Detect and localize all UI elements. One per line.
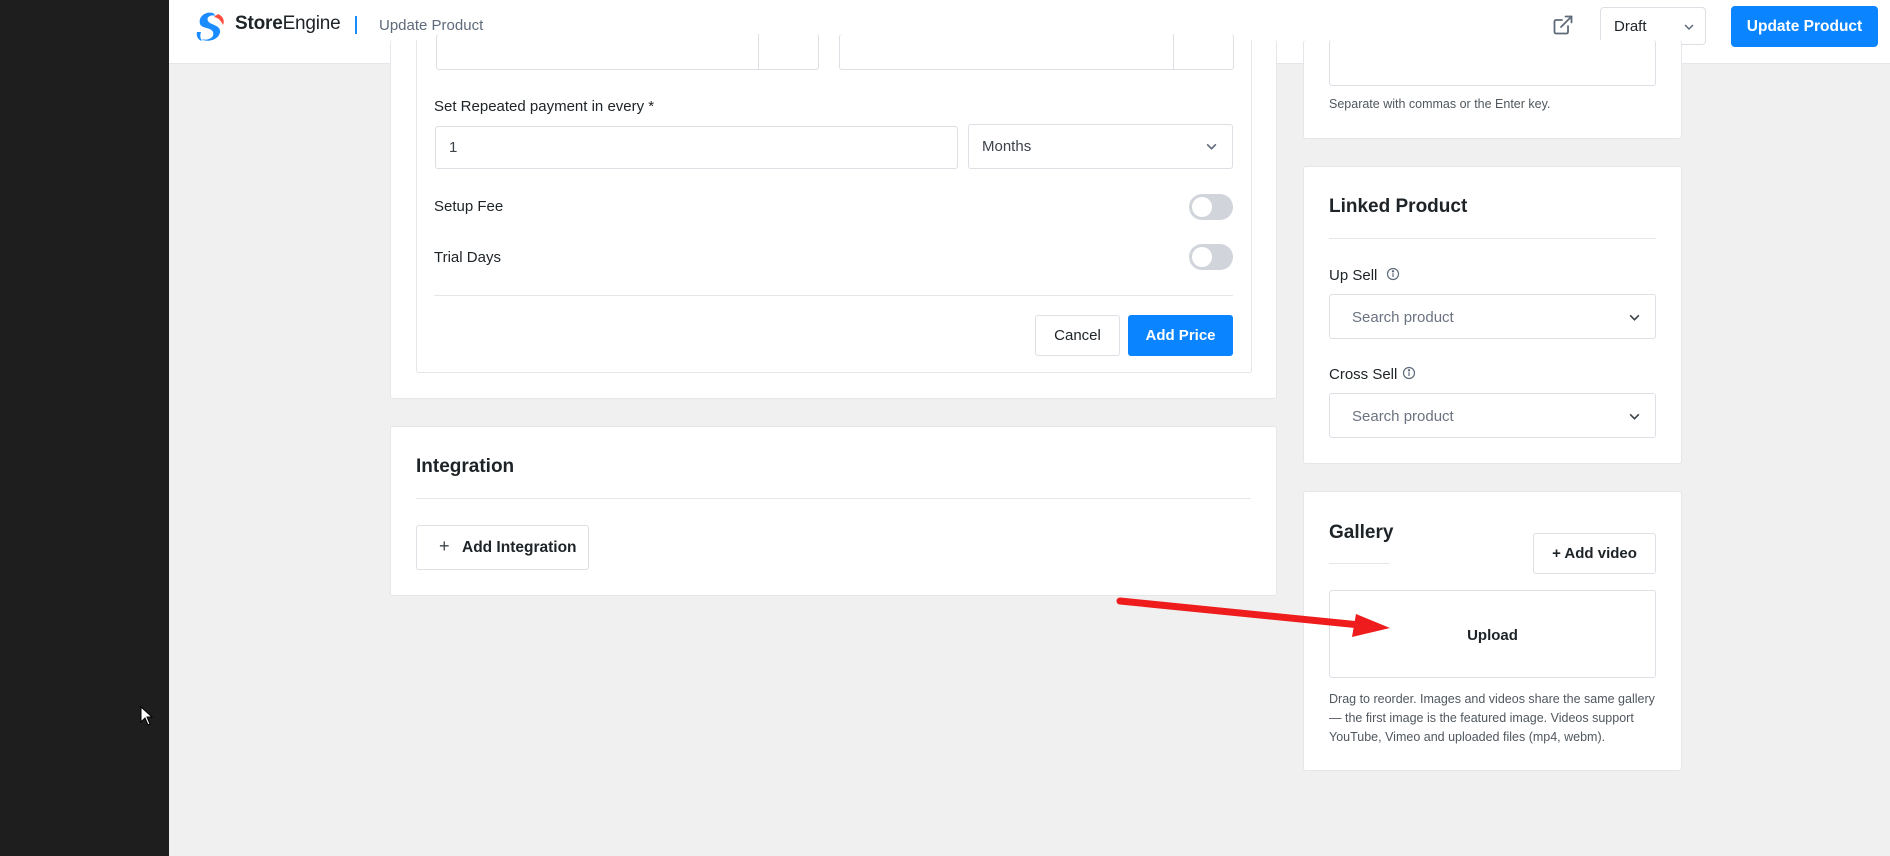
status-value: Draft [1614,18,1647,35]
brand-name: StoreEngine [235,13,341,34]
trial-days-label: Trial Days [434,249,501,266]
repeat-payment-label: Set Repeated payment in every * [434,98,655,115]
update-product-button[interactable]: Update Product [1731,6,1878,47]
gallery-help: Drag to reorder. Images and videos share… [1329,692,1655,744]
previous-field-left-addon [758,34,818,69]
storeengine-logo-icon [196,12,224,41]
inner-pricing-form [416,40,1252,373]
setup-fee-toggle[interactable] [1189,194,1233,220]
cross-sell-select[interactable]: Search product [1329,393,1656,438]
repeat-interval-input[interactable]: 1 [435,126,958,169]
previous-field-right-addon [1173,34,1233,69]
left-sidebar [0,0,169,856]
form-divider [434,295,1233,296]
chevron-down-icon [1629,314,1640,321]
header-divider [355,16,357,34]
previous-field-left[interactable] [436,34,819,70]
linked-product-title: Linked Product [1329,196,1468,217]
cross-sell-label: Cross Sell [1329,366,1398,383]
external-link-icon[interactable] [1552,14,1574,36]
page-title: Update Product [379,17,484,34]
tags-input[interactable] [1329,40,1656,86]
integration-title: Integration [416,456,515,477]
up-sell-select[interactable]: Search product [1329,294,1656,339]
tags-help: Separate with commas or the Enter key. [1329,97,1551,111]
info-icon [1386,267,1400,281]
setup-fee-label: Setup Fee [434,198,504,215]
previous-field-right[interactable] [839,34,1234,70]
chevron-down-icon [1684,24,1694,31]
plus-icon: + [439,536,450,556]
add-integration-button[interactable]: + Add Integration [416,525,589,570]
interval-unit-select[interactable]: Months [968,124,1233,169]
add-video-button[interactable]: + Add video [1533,533,1656,574]
up-sell-label: Up Sell [1329,267,1378,284]
integration-divider [416,498,1251,499]
gallery-title: Gallery [1329,522,1394,543]
add-integration-label: Add Integration [462,539,577,556]
upload-dropzone[interactable]: Upload [1329,590,1656,678]
chevron-down-icon [1206,143,1217,150]
mouse-cursor-icon [140,706,154,726]
add-price-button[interactable]: Add Price [1128,315,1233,356]
cancel-button[interactable]: Cancel [1035,315,1120,356]
trial-days-toggle[interactable] [1189,244,1233,270]
chevron-down-icon [1629,413,1640,420]
linked-product-divider [1329,238,1656,239]
upload-label: Upload [1467,627,1518,644]
gallery-title-underline [1329,563,1390,564]
integration-card [390,426,1277,596]
info-icon [1402,366,1416,380]
